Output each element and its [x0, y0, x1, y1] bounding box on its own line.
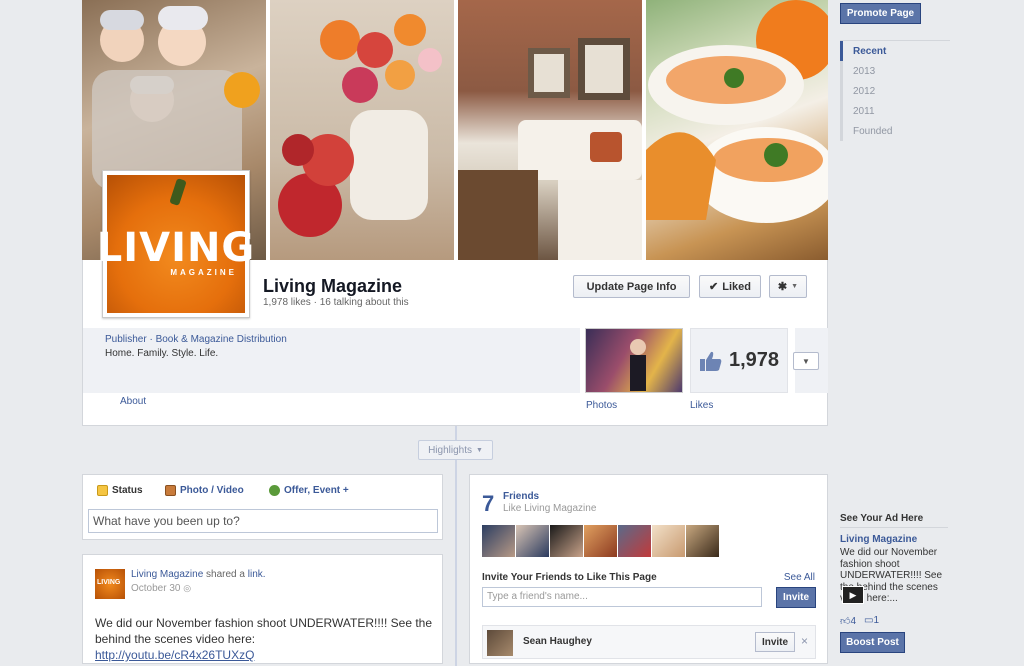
suggested-invite-button[interactable]: Invite — [755, 632, 795, 652]
ad-likes-count: 4 — [850, 616, 857, 627]
close-icon[interactable]: × — [801, 634, 808, 648]
year-nav-2012[interactable]: 2012 — [840, 81, 950, 101]
year-nav-recent[interactable]: Recent — [840, 41, 950, 61]
post-object-link[interactable]: link. — [248, 569, 266, 580]
ad-comments-count: 1 — [873, 615, 880, 626]
post-body: We did our November fashion shoot UNDERW… — [95, 615, 435, 663]
photos-app-label[interactable]: Photos — [586, 400, 617, 411]
liked-label: Liked — [722, 280, 751, 293]
tab-status[interactable]: Status — [97, 485, 143, 496]
post-date-text: October 30 — [131, 583, 181, 594]
invite-button[interactable]: Invite — [776, 587, 816, 608]
post-timestamp[interactable]: October 30 ◎ — [131, 583, 191, 594]
friends-title[interactable]: Friends — [503, 491, 539, 502]
highlights-dropdown[interactable]: Highlights ▼ — [418, 440, 493, 460]
year-nav-2013[interactable]: 2013 — [840, 61, 950, 81]
flowers-illustration — [278, 14, 442, 237]
update-page-info-label: Update Page Info — [586, 280, 677, 293]
about-link[interactable]: About — [120, 396, 146, 407]
globe-icon: ◎ — [183, 583, 192, 593]
suggested-friend-name[interactable]: Sean Haughey — [523, 636, 592, 647]
timeline-year-nav: Recent 2013 2012 2011 Founded — [840, 40, 950, 141]
year-nav-founded[interactable]: Founded — [840, 121, 950, 141]
living-magazine-logo: LIVING MAGAZINE — [97, 175, 254, 313]
ad-preview-heading: See Your Ad Here — [840, 513, 948, 528]
invite-friends-title: Invite Your Friends to Like This Page — [482, 572, 657, 583]
timeline-post: LIVING Living Magazine shared a link. Oc… — [82, 554, 443, 664]
cover-panel-flowers — [270, 0, 454, 260]
post-author-avatar[interactable]: LIVING — [95, 569, 125, 599]
likes-count: 1,978 — [728, 349, 780, 371]
ad-preview-stats: 👍︎4 ▭1 — [840, 615, 879, 627]
friend-photo[interactable] — [584, 525, 617, 557]
liked-button[interactable]: ✔ Liked — [699, 275, 761, 298]
tab-offer-event[interactable]: Offer, Event + — [269, 485, 349, 496]
photos-app-image — [630, 339, 646, 391]
play-icon[interactable]: ▶ — [842, 586, 864, 604]
post-action-text: shared a — [206, 569, 245, 580]
tab-offer-event-label: Offer, Event + — [284, 485, 349, 496]
soup-illustration — [646, 0, 828, 223]
friend-photo[interactable] — [652, 525, 685, 557]
settings-dropdown-button[interactable]: ✱ ▼ — [769, 275, 807, 298]
photo-icon — [165, 485, 176, 496]
boost-post-button[interactable]: Boost Post — [840, 632, 905, 653]
friend-photo[interactable] — [482, 525, 515, 557]
cover-panel-living-room — [458, 0, 642, 260]
friend-photo[interactable] — [550, 525, 583, 557]
status-icon — [97, 485, 108, 496]
thumbs-up-icon: 👍︎ — [840, 616, 851, 627]
likes-app-box[interactable]: 1,978 — [690, 328, 788, 393]
promote-page-button[interactable]: Promote Page — [840, 3, 921, 24]
post-message: We did our November fashion shoot UNDERW… — [95, 616, 433, 646]
living-room-illustration — [458, 38, 642, 260]
see-all-link[interactable]: See All — [784, 572, 815, 583]
tab-photo-video[interactable]: Photo / Video — [165, 485, 244, 496]
logo-word: LIVING — [96, 224, 256, 271]
offer-icon — [269, 485, 280, 496]
ad-comments[interactable]: ▭1 — [864, 615, 879, 627]
profile-picture[interactable]: LIVING MAGAZINE — [97, 170, 254, 318]
page-tagline: Home. Family. Style. Life. — [105, 348, 219, 359]
status-input[interactable]: What have you been up to? — [88, 509, 438, 533]
friends-count: 7 — [482, 491, 495, 516]
page-title[interactable]: Living Magazine — [263, 276, 402, 297]
friend-photo[interactable] — [516, 525, 549, 557]
friend-photo[interactable] — [618, 525, 651, 557]
post-header: Living Magazine shared a link. — [131, 569, 266, 580]
year-nav-2011[interactable]: 2011 — [840, 101, 950, 121]
more-apps-dropdown[interactable]: ▼ — [793, 352, 819, 370]
chevron-down-icon: ▼ — [475, 446, 483, 454]
page-category[interactable]: Publisher · Book & Magazine Distribution — [105, 334, 287, 345]
post-composer: Status Photo / Video Offer, Event + What… — [82, 474, 443, 540]
timeline-spine — [455, 426, 457, 666]
post-avatar-text: LIVING — [97, 579, 121, 586]
checkmark-icon: ✔ — [709, 281, 719, 293]
friend-photos-row — [482, 525, 719, 557]
photos-app-thumbnail[interactable] — [585, 328, 683, 393]
friends-subtitle: Like Living Magazine — [503, 503, 597, 514]
friends-like-box: 7 Friends Like Living Magazine Invite Yo… — [469, 474, 828, 664]
friend-photo[interactable] — [686, 525, 719, 557]
tab-photo-video-label: Photo / Video — [180, 485, 244, 496]
cover-panel-soup — [646, 0, 828, 260]
ad-likes[interactable]: 👍︎4 — [840, 615, 856, 627]
highlights-label: Highlights — [428, 444, 472, 456]
page-stats: 1,978 likes · 16 talking about this — [263, 297, 409, 308]
chevron-down-icon: ▼ — [802, 356, 810, 366]
ad-preview-title[interactable]: Living Magazine — [840, 534, 917, 545]
tab-status-label: Status — [112, 485, 143, 496]
gear-icon: ✱ — [777, 281, 788, 293]
friend-name-input[interactable]: Type a friend's name... — [482, 587, 762, 607]
chevron-down-icon: ▼ — [791, 283, 799, 290]
suggested-friend-avatar[interactable] — [487, 630, 513, 656]
thumbs-up-icon — [699, 351, 722, 371]
suggested-friend-row: Sean Haughey Invite × — [482, 625, 816, 659]
pumpkin-stem-icon — [169, 178, 187, 206]
post-author-name[interactable]: Living Magazine — [131, 569, 203, 580]
update-page-info-button[interactable]: Update Page Info — [573, 275, 690, 298]
logo-subtitle: MAGAZINE — [170, 267, 237, 277]
likes-app-label[interactable]: Likes — [690, 400, 713, 411]
